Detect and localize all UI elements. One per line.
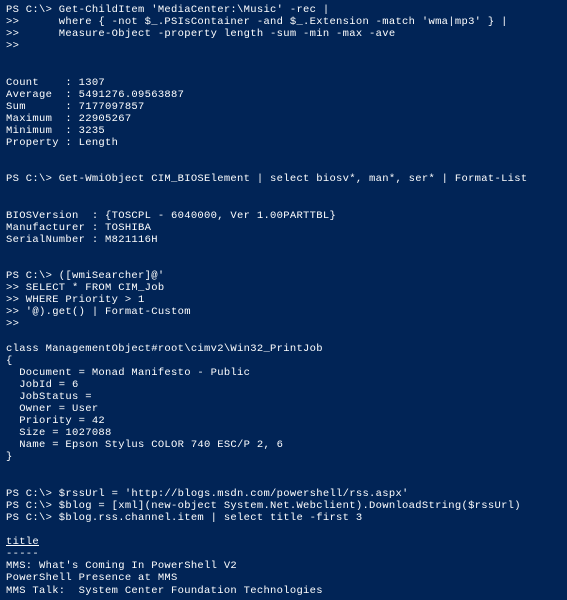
output-line: class ManagementObject#root\cimv2\Win32_…	[6, 343, 323, 355]
output-line: SerialNumber : M821116H	[6, 234, 158, 246]
output-line: Sum : 7177097857	[6, 101, 145, 113]
output-line: JobId = 6	[6, 379, 79, 391]
output-line: Priority = 42	[6, 415, 105, 427]
cmd-line: PS C:\> $rssUrl = 'http://blogs.msdn.com…	[6, 488, 409, 500]
cmd-line: PS C:\> ([wmiSearcher]@'	[6, 270, 164, 282]
output-divider: -----	[6, 548, 39, 560]
output-line: PowerShell Presence at MMS	[6, 572, 178, 584]
output-line: Size = 1027088	[6, 427, 112, 439]
cmd-line: >> SELECT * FROM CIM_Job	[6, 282, 164, 294]
output-line: Minimum : 3235	[6, 125, 105, 137]
cmd-line: >> '@).get() | Format-Custom	[6, 306, 191, 318]
output-line: Name = Epson Stylus COLOR 740 ESC/P 2, 6	[6, 439, 283, 451]
cmd-line: PS C:\> $blog.rss.channel.item | select …	[6, 512, 362, 524]
cmd-line: >>	[6, 318, 19, 330]
output-line: MMS: What's Coming In PowerShell V2	[6, 560, 237, 572]
output-line: Property : Length	[6, 137, 118, 149]
cmd-line: >>	[6, 40, 19, 52]
output-line: Manufacturer : TOSHIBA	[6, 222, 151, 234]
cmd-line: >> where { -not $_.PSIsContainer -and $_…	[6, 16, 508, 28]
output-line: Document = Monad Manifesto - Public	[6, 367, 250, 379]
cmd-line: PS C:\> Get-ChildItem 'MediaCenter:\Musi…	[6, 4, 329, 16]
output-line: }	[6, 451, 13, 463]
cmd-line: >> WHERE Priority > 1	[6, 294, 145, 306]
column-header: title	[6, 536, 39, 548]
cmd-line: >> Measure-Object -property length -sum …	[6, 28, 395, 40]
powershell-console[interactable]: PS C:\> Get-ChildItem 'MediaCenter:\Musi…	[0, 0, 567, 600]
output-line: MMS Talk: System Center Foundation Techn…	[6, 585, 323, 597]
cmd-line: PS C:\> Get-WmiObject CIM_BIOSElement | …	[6, 173, 527, 185]
output-line: Average : 5491276.09563887	[6, 89, 184, 101]
output-line: Count : 1307	[6, 77, 105, 89]
output-line: JobStatus =	[6, 391, 92, 403]
output-line: BIOSVersion : {TOSCPL - 6040000, Ver 1.0…	[6, 210, 336, 222]
cmd-line: PS C:\> $blog = [xml](new-object System.…	[6, 500, 521, 512]
output-line: {	[6, 355, 13, 367]
output-line: Owner = User	[6, 403, 98, 415]
output-line: Maximum : 22905267	[6, 113, 131, 125]
